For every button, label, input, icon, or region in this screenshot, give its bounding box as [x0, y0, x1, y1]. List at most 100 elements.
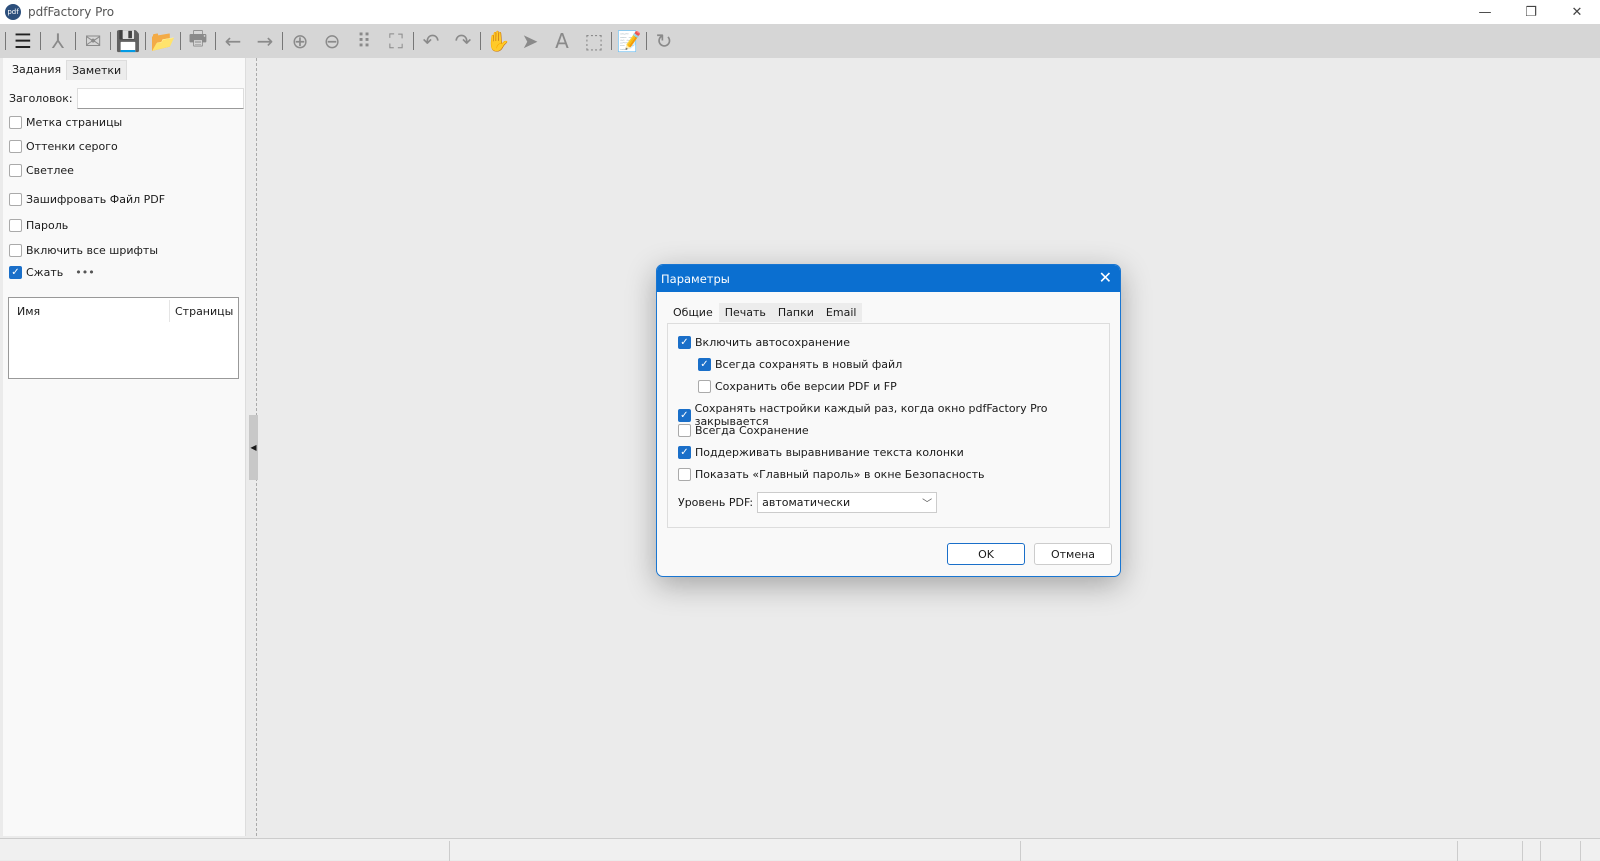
open-folder-icon[interactable]: 📂 [147, 26, 179, 56]
option-checkbox[interactable]: Метка страницы [9, 116, 122, 129]
tab-general[interactable]: Общие [667, 303, 719, 322]
jobs-panel: Задания Заметки Заголовок: Метка страниц… [3, 58, 246, 836]
dialog-option-checkbox[interactable]: Сохранить обе версии PDF и FP [698, 380, 897, 393]
dialog-close-icon[interactable]: ✕ [1099, 268, 1112, 287]
notes-icon[interactable]: 📝 [613, 26, 645, 56]
option-label: Поддерживать выравнивание текста колонки [695, 446, 964, 459]
save-icon[interactable]: 💾 [112, 26, 144, 56]
menu-icon[interactable]: ☰ [7, 26, 39, 56]
toolbar-separator [75, 32, 76, 50]
checkbox-icon[interactable]: ✓ [9, 266, 22, 279]
hand-icon[interactable]: ✋ [482, 26, 514, 56]
checkbox-icon[interactable] [9, 193, 22, 206]
option-label: Пароль [26, 219, 69, 232]
title-bar: pdf pdfFactory Pro — ❐ ✕ [0, 0, 1600, 24]
window-title: pdfFactory Pro [28, 5, 115, 19]
option-checkbox[interactable]: Пароль [9, 219, 68, 232]
ok-button[interactable]: OK [947, 543, 1025, 565]
checkbox-icon[interactable] [9, 116, 22, 129]
toolbar-separator [110, 32, 111, 50]
option-label: Светлее [26, 164, 74, 177]
option-label: Оттенки серого [26, 140, 118, 153]
print-icon[interactable]: 🖶 [182, 26, 214, 56]
checkbox-icon[interactable]: ✓ [678, 446, 691, 459]
dialog-header: Параметры ✕ [657, 265, 1120, 292]
tab-print[interactable]: Печать [718, 303, 772, 322]
fit-page-icon[interactable]: ⛶ [380, 26, 412, 56]
checkbox-icon[interactable] [9, 244, 22, 257]
job-list[interactable]: Имя Страницы [8, 297, 239, 379]
option-label: Включить автосохранение [695, 336, 850, 349]
redo-icon[interactable]: ↷ [447, 26, 479, 56]
select-rect-icon[interactable]: ⬚ [578, 26, 610, 56]
dialog-option-checkbox[interactable]: ✓ Поддерживать выравнивание текста колонк… [678, 446, 964, 459]
more-options-button[interactable]: ••• [75, 266, 94, 279]
tab-notes[interactable]: Заметки [66, 60, 128, 80]
zoom-out-icon[interactable]: ⊖ [316, 26, 348, 56]
zoom-in-icon[interactable]: ⊕ [284, 26, 316, 56]
dialog-title: Параметры [661, 271, 730, 286]
general-pane: ✓ Включить автосохранение ✓ Всегда сохранят… [667, 323, 1110, 528]
title-label: Заголовок: [9, 92, 73, 105]
title-input[interactable] [76, 88, 244, 109]
checkbox-icon[interactable] [9, 219, 22, 232]
toolbar-separator [282, 32, 283, 50]
cancel-button[interactable]: Отмена [1034, 543, 1112, 565]
option-label: Всегда сохранять в новый файл [715, 358, 903, 371]
option-checkbox[interactable]: ✓ Сжать ••• [9, 266, 95, 279]
option-label: Сжать [26, 266, 64, 279]
toolbar-separator [5, 32, 6, 50]
status-bar [0, 838, 1600, 861]
checkbox-icon[interactable] [678, 424, 691, 437]
collapse-panel-handle[interactable]: ◀ [249, 415, 258, 480]
forward-arrow-icon[interactable]: → [249, 26, 281, 56]
undo-icon[interactable]: ↶ [415, 26, 447, 56]
pdf-level-label: Уровень PDF: [678, 496, 754, 509]
close-button[interactable]: ✕ [1554, 0, 1600, 24]
checkbox-icon[interactable]: ✓ [678, 408, 691, 422]
pdf-level-select[interactable]: автоматически ﹀ [757, 492, 938, 513]
mail-icon[interactable]: ✉ [77, 26, 109, 56]
option-label: Всегда Сохранение [695, 424, 809, 437]
minimize-button[interactable]: — [1462, 0, 1508, 24]
option-label: Зашифровать Файл PDF [26, 193, 166, 206]
column-pages[interactable]: Страницы [175, 305, 233, 318]
toolbar-separator [413, 32, 414, 50]
app-logo: pdf [5, 4, 21, 20]
settings-dialog: Параметры ✕ Общие Печать Папки Email ✓ Вк… [656, 264, 1121, 577]
toolbar: ☰ ⅄ ✉ 💾 📂 🖶 ← → ⊕ ⊖ ⠿ ⛶ ↶ ↷ ✋ ➤ A ⬚ 📝 ↻ [0, 24, 1600, 58]
dialog-option-checkbox[interactable]: Показать «Главный пароль» в окне Безопас… [678, 468, 985, 481]
toolbar-separator [611, 32, 612, 50]
grid-icon[interactable]: ⠿ [348, 26, 380, 56]
toolbar-separator [646, 32, 647, 50]
option-label: Включить все шрифты [26, 244, 159, 257]
toolbar-separator [145, 32, 146, 50]
dialog-option-checkbox[interactable]: Всегда Сохранение [678, 424, 809, 437]
tab-folders[interactable]: Папки [771, 303, 820, 322]
dialog-option-checkbox[interactable]: ✓ Включить автосохранение [678, 336, 850, 349]
checkbox-icon[interactable] [9, 140, 22, 153]
acrobat-icon[interactable]: ⅄ [42, 26, 74, 56]
checkbox-icon[interactable] [698, 380, 711, 393]
option-label: Показать «Главный пароль» в окне Безопас… [695, 468, 985, 481]
back-arrow-icon[interactable]: ← [217, 26, 249, 56]
toolbar-separator [215, 32, 216, 50]
checkbox-icon[interactable] [678, 468, 691, 481]
option-checkbox[interactable]: Светлее [9, 164, 74, 177]
restore-button[interactable]: ❐ [1508, 0, 1554, 24]
column-name[interactable]: Имя [17, 305, 40, 318]
pointer-icon[interactable]: ➤ [514, 26, 546, 56]
option-checkbox[interactable]: Включить все шрифты [9, 244, 158, 257]
checkbox-icon[interactable]: ✓ [698, 358, 711, 371]
toolbar-separator [40, 32, 41, 50]
option-checkbox[interactable]: Зашифровать Файл PDF [9, 193, 165, 206]
dialog-option-checkbox[interactable]: ✓ Всегда сохранять в новый файл [698, 358, 902, 371]
checkbox-icon[interactable] [9, 164, 22, 177]
option-checkbox[interactable]: Оттенки серого [9, 140, 118, 153]
checkbox-icon[interactable]: ✓ [678, 336, 691, 349]
tab-jobs[interactable]: Задания [7, 60, 66, 80]
toolbar-separator [480, 32, 481, 50]
tab-email[interactable]: Email [819, 303, 863, 322]
refresh-icon[interactable]: ↻ [648, 26, 680, 56]
text-icon[interactable]: A [546, 26, 578, 56]
